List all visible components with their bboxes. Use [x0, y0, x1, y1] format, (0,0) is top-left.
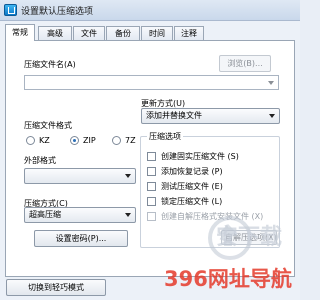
tab-time-label: 时间 [149, 29, 165, 38]
format-7z-radio[interactable] [112, 136, 121, 145]
tab-advanced-label: 高级 [47, 29, 63, 38]
compression-method-value: 超高压缩 [29, 210, 61, 219]
tab-time[interactable]: 时间 [141, 26, 173, 40]
format-7z-label: 7Z [125, 136, 136, 145]
external-format-label: 外部格式 [24, 156, 56, 165]
tab-files[interactable]: 文件 [73, 26, 105, 40]
chevron-down-icon [269, 114, 275, 118]
tab-comment[interactable]: 注释 [174, 26, 204, 40]
chevron-down-icon[interactable] [268, 81, 274, 85]
lock-archive-checkbox[interactable] [147, 197, 156, 206]
recovery-record-checkbox[interactable] [147, 167, 156, 176]
tab-advanced[interactable]: 高级 [38, 26, 72, 40]
tab-backup-label: 备份 [115, 29, 131, 38]
sfx-options-button[interactable]: 自解压选项(X) [221, 230, 277, 245]
test-archive-checkbox[interactable] [147, 182, 156, 191]
compression-options-title: 压缩选项 [147, 131, 183, 142]
format-kz-radio[interactable] [26, 136, 35, 145]
format-kz-label: KZ [39, 136, 50, 145]
browse-button[interactable]: 浏览(B)... [219, 55, 271, 72]
chevron-down-icon [125, 213, 131, 217]
update-mode-select[interactable]: 添加并替换文件 [141, 108, 280, 124]
lock-archive-label: 锁定压缩文件 (L) [161, 197, 223, 206]
switch-to-lite-mode-button[interactable]: 切换到轻巧模式 [6, 279, 106, 296]
window-title: 设置默认压缩选项 [21, 7, 94, 17]
format-zip-label: ZIP [83, 136, 96, 145]
archive-name-input[interactable] [24, 75, 279, 90]
compression-method-select[interactable]: 超高压缩 [24, 207, 136, 223]
dialog-window: 设置默认压缩选项 常规 高级 文件 备份 时间 注释 压缩文件名(A) 浏览(B… [0, 0, 300, 300]
external-format-select[interactable] [24, 168, 136, 184]
create-sfx-checkbox[interactable] [147, 212, 156, 221]
archive-format-label: 压缩文件格式 [24, 121, 72, 130]
general-tab-panel: 压缩文件名(A) 浏览(B)... 更新方式(U) 添加并替换文件 压缩文件格式… [5, 40, 295, 277]
solid-archive-label: 创建固实压缩文件 (S) [161, 152, 239, 161]
solid-archive-checkbox[interactable] [147, 152, 156, 161]
create-sfx-label: 创建自解压格式安装文件 (X) [161, 212, 264, 221]
tab-general[interactable]: 常规 [5, 24, 35, 41]
title-bar[interactable]: 设置默认压缩选项 [0, 0, 300, 21]
tab-comment-label: 注释 [181, 29, 197, 38]
tab-files-label: 文件 [81, 29, 97, 38]
archive-app-icon [4, 4, 17, 16]
format-zip-radio[interactable] [70, 136, 79, 145]
recovery-record-label: 添加恢复记录 (P) [161, 167, 223, 176]
tab-general-label: 常规 [12, 28, 28, 37]
chevron-down-icon [125, 174, 131, 178]
archive-name-label: 压缩文件名(A) [24, 60, 76, 69]
compression-options-group: 压缩选项 创建固实压缩文件 (S) 添加恢复记录 (P) 测试压缩文件 (E) … [140, 131, 280, 248]
set-password-button[interactable]: 设置密码(P)... [34, 230, 128, 247]
update-mode-value: 添加并替换文件 [146, 111, 202, 120]
tab-backup[interactable]: 备份 [106, 26, 140, 40]
test-archive-label: 测试压缩文件 (E) [161, 182, 223, 191]
